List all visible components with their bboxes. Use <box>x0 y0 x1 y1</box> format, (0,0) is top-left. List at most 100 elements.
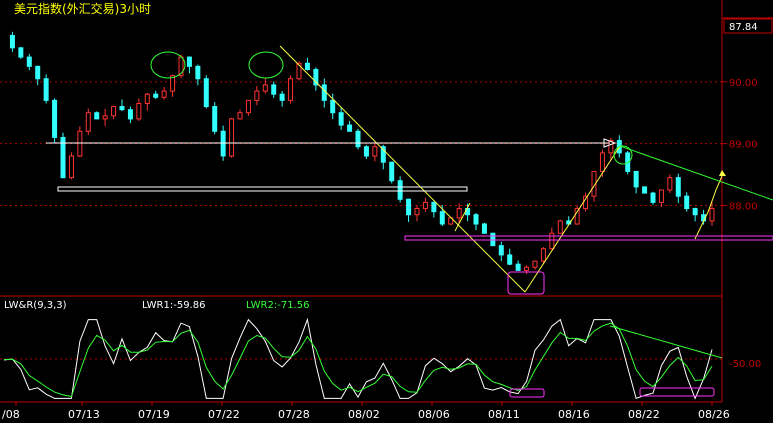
date-label: 08/26 <box>698 408 730 421</box>
candle-body <box>321 84 327 101</box>
candle-body <box>599 152 605 172</box>
candle-body <box>262 84 268 92</box>
candle-body <box>507 254 513 265</box>
candle-body <box>271 84 277 95</box>
candle-body <box>456 208 462 219</box>
candle <box>397 176 403 203</box>
candle-body <box>35 65 41 80</box>
date-label: 07/28 <box>278 408 310 421</box>
candle-body <box>9 34 15 49</box>
date-label: 07/22 <box>208 408 240 421</box>
date-label: 07/13 <box>68 408 100 421</box>
candle <box>203 75 209 109</box>
candle-body <box>212 106 218 132</box>
candle-body <box>692 208 698 216</box>
candle-body <box>347 124 353 132</box>
candle <box>229 117 235 158</box>
candle-body <box>111 106 117 117</box>
candle <box>94 111 100 120</box>
candle <box>650 191 656 205</box>
candle-body <box>355 130 361 148</box>
price-tick-label: 88.00 <box>729 201 758 212</box>
candle-body <box>540 248 546 262</box>
candle-body <box>372 146 378 157</box>
candle-body <box>254 90 260 101</box>
candle <box>667 174 673 193</box>
candle-body <box>481 223 487 234</box>
candle-body <box>675 177 681 197</box>
date-label: 08/02 <box>348 408 380 421</box>
candle-body <box>220 130 226 157</box>
candle-body <box>94 112 100 120</box>
candle-body <box>229 118 235 157</box>
candle-body <box>195 65 201 80</box>
candle-body <box>515 263 521 271</box>
candle <box>77 126 83 158</box>
date-label: 08/06 <box>418 408 450 421</box>
candle <box>557 219 563 234</box>
candle-body <box>363 146 369 157</box>
candle-body <box>85 112 91 132</box>
candle-body <box>136 102 142 120</box>
candle-body <box>52 99 58 138</box>
candle-body <box>237 112 243 120</box>
candle <box>43 74 49 104</box>
candle <box>52 98 58 144</box>
candle-body <box>18 47 24 58</box>
candle-body <box>102 115 108 120</box>
candle-body <box>26 56 32 67</box>
candle-body <box>119 106 125 111</box>
candle <box>574 205 580 225</box>
indicator-tick-label: -50.00 <box>729 359 761 370</box>
date-label: 08/16 <box>558 408 590 421</box>
candle-body <box>77 130 83 157</box>
candle-body <box>406 198 412 216</box>
chart-background <box>0 0 773 423</box>
chart-title: 美元指数(外汇交易)3小时 <box>14 1 151 16</box>
last-price-label: 87.84 <box>729 22 758 33</box>
candle-body <box>288 78 294 101</box>
candle-body <box>127 109 133 120</box>
candle-body <box>414 208 420 216</box>
candle <box>355 128 361 150</box>
candle-body <box>389 161 395 182</box>
lwr1-label: LWR1:-59.86 <box>142 300 205 311</box>
candle-body <box>304 62 310 70</box>
date-label: 08/22 <box>628 408 660 421</box>
candle-body <box>532 260 538 268</box>
candle-body <box>684 195 690 210</box>
price-tick-label: 89.00 <box>729 140 758 151</box>
candle-body <box>709 208 715 222</box>
candle <box>288 75 294 104</box>
candle-body <box>186 56 192 67</box>
candle <box>68 152 74 180</box>
candle-body <box>68 155 74 179</box>
lwr2-label: LWR2:-71.56 <box>246 300 309 311</box>
candle-body <box>338 112 344 126</box>
candle-body <box>397 180 403 200</box>
candle-body <box>633 170 639 188</box>
candle-body <box>650 192 656 203</box>
candle-body <box>524 266 530 271</box>
date-label: 07/19 <box>138 408 170 421</box>
candle-body <box>642 186 648 194</box>
candle-body <box>279 93 285 101</box>
candle-body <box>161 90 167 98</box>
candle-body <box>43 78 49 101</box>
candle-body <box>498 245 504 256</box>
candle-body <box>431 201 437 213</box>
candle <box>389 161 395 184</box>
candle-body <box>203 78 209 108</box>
candle <box>481 222 487 234</box>
candle <box>490 232 496 247</box>
date-label: /08 <box>2 408 20 421</box>
candle-body <box>658 189 664 203</box>
candle <box>60 132 66 179</box>
candle-body <box>245 99 251 114</box>
candle <box>642 186 648 194</box>
candle-body <box>422 201 428 210</box>
candle-body <box>330 99 336 114</box>
candle <box>212 102 218 135</box>
candle-body <box>667 177 673 191</box>
candle <box>18 46 24 59</box>
